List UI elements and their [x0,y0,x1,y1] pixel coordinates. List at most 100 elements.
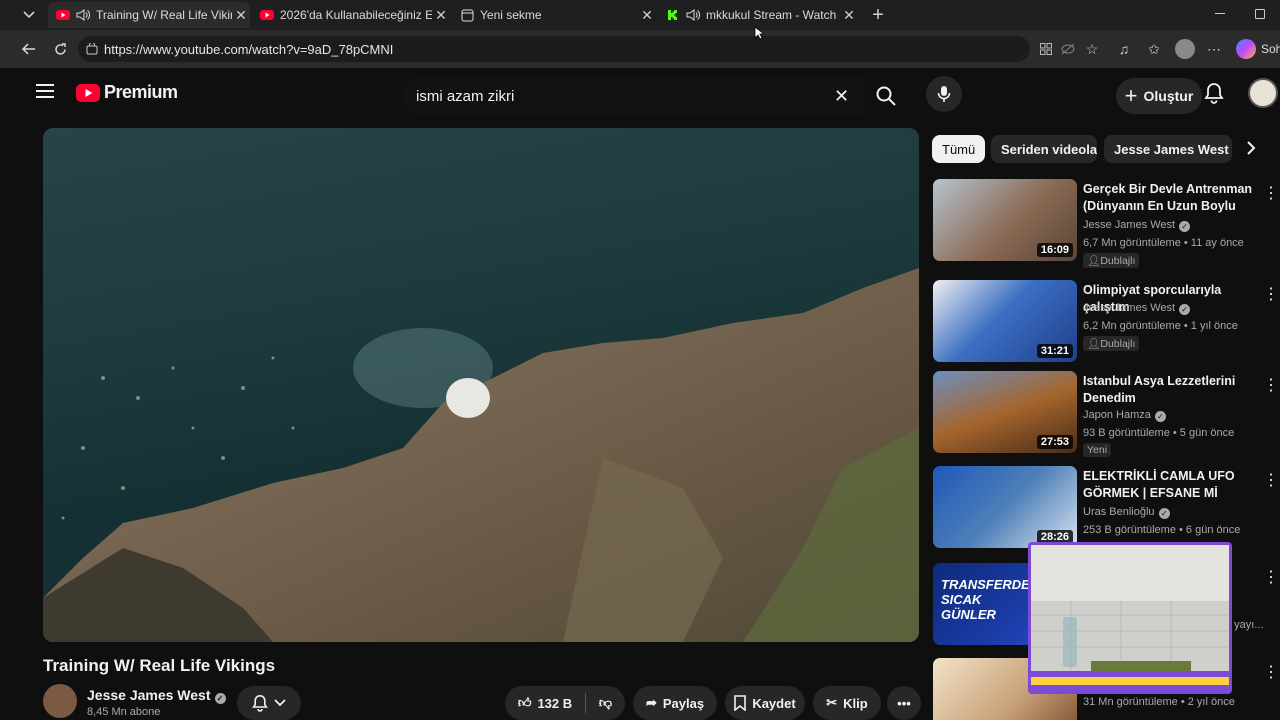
share-button[interactable]: ➦ Paylaş [633,686,717,720]
verified-check-icon: ✓ [1158,508,1170,519]
favorites-icon[interactable]: ✩ [1146,41,1162,57]
account-avatar[interactable] [1248,78,1278,108]
profile-avatar-icon[interactable] [1175,39,1195,59]
browser-address-bar: https://www.youtube.com/watch?v=9aD_78pC… [0,30,1280,68]
list-item[interactable]: 31:21 Olimpiyat sporcularıyla çalıştım J… [933,280,1279,372]
url-field[interactable]: https://www.youtube.com/watch?v=9aD_78pC… [78,36,1030,62]
voice-search-button[interactable] [926,76,962,112]
more-options-icon[interactable]: ⋮ [1263,284,1279,304]
verified-check-icon: ✓ [214,693,226,704]
search-button[interactable] [864,76,908,116]
clip-button[interactable]: ✂ Klip [813,686,881,720]
extension-icon[interactable]: ♫ [1116,41,1132,57]
more-options-icon[interactable]: ⋮ [1263,183,1279,203]
copilot-label[interactable]: Soh [1261,42,1280,56]
recommendation-filter-chips: Tümü Seriden videolar Jesse James West a… [932,135,1272,165]
recommendation-meta: 6,2 Mn görüntüleme • 1 yıl önce [1083,320,1238,332]
dubbed-badge: 👤︎Dublajlı [1083,253,1140,268]
copilot-icon[interactable] [1236,39,1256,59]
youtube-header: Premium ismi azam zikri ✕ + Oluştur [14,68,1280,124]
recommendation-channel-row[interactable]: Japon Hamza ✓ [1083,409,1166,422]
tab-kick-stream[interactable]: mkkukul Stream - Watch Live ✕ [658,2,858,28]
tab-list-chevron-icon[interactable] [20,7,38,23]
recommendation-title[interactable]: Istanbul Asya Lezzetlerini Denedim [1083,373,1259,407]
video-thumbnail[interactable]: 16:09 [933,179,1077,261]
list-item[interactable]: 27:53 Istanbul Asya Lezzetlerini Denedim… [933,371,1279,463]
clear-search-icon[interactable]: ✕ [834,86,849,107]
tab-2026-recommendations[interactable]: 2026'da Kullanabileceğiniz En İyi Ü ✕ [252,2,450,28]
new-tab-plus-icon[interactable]: + [868,4,888,26]
create-label: Oluştur [1143,88,1194,104]
subscriber-count: 8,45 Mn abone [87,706,161,718]
chip-series-videos[interactable]: Seriden videolar [991,135,1097,163]
more-options-icon[interactable]: ⋮ [1263,470,1279,490]
search-icon [876,86,896,106]
video-action-row: Jesse James West ✓ 8,45 Mn abone 👍︎ 132 B… [43,684,923,720]
tab-close-icon[interactable]: ✕ [232,7,250,24]
list-item[interactable]: 16:09 Gerçek Bir Devle Antrenman (Dünyan… [933,179,1279,271]
back-arrow-icon[interactable] [20,41,38,57]
chevron-right-icon[interactable] [1246,141,1256,160]
video-player[interactable] [43,128,919,642]
chip-channel[interactable]: Jesse James West ar [1104,135,1232,163]
site-info-icon[interactable] [86,42,98,58]
video-thumbnail[interactable]: 28:26 [933,466,1077,548]
youtube-premium-logo[interactable]: Premium [76,82,178,103]
tab-close-icon[interactable]: ✕ [840,7,858,24]
tracking-prevention-icon[interactable] [1060,41,1076,57]
webcam-overlay [1028,542,1232,694]
duration-badge: 31:21 [1036,344,1073,358]
recommendation-channel: Japon Hamza [1083,409,1151,421]
save-label: Kaydet [752,695,796,711]
search-input[interactable]: ismi azam zikri ✕ [402,76,864,116]
save-button[interactable]: Kaydet [725,686,805,720]
recommendation-title[interactable]: Gerçek Bir Devle Antrenman (Dünyanın En … [1083,181,1259,215]
minimize-window-icon[interactable] [1212,6,1228,22]
recommendation-channel-row[interactable]: Jesse James West ✓ [1083,302,1191,315]
plus-icon: + [1124,83,1138,108]
channel-name-row[interactable]: Jesse James West ✓ [87,687,226,704]
maximize-window-icon[interactable] [1252,6,1268,22]
speaker-icon[interactable] [76,8,90,22]
tab-close-icon[interactable]: ✕ [638,7,656,24]
search-value: ismi azam zikri [416,87,515,105]
recommendation-meta: 93 B görüntüleme • 5 gün önce [1083,427,1235,439]
more-options-icon[interactable]: ⋮ [1263,567,1279,587]
app-grid-icon[interactable] [1038,41,1054,57]
speaker-icon[interactable] [686,8,700,22]
dislike-button[interactable]: 👎︎ [586,686,625,720]
favorite-star-icon[interactable]: ☆ [1084,41,1100,57]
more-menu-icon[interactable]: ⋯ [1206,41,1222,57]
share-arrow-icon: ➦ [645,695,657,710]
clip-label: Klip [843,695,868,711]
tab-training-vikings[interactable]: Training W/ Real Life Vikings ✕ [48,2,250,28]
more-actions-button[interactable]: ••• [887,686,921,720]
subscribed-notifications-button[interactable] [237,686,301,720]
more-options-icon[interactable]: ⋮ [1263,375,1279,395]
channel-avatar[interactable] [43,684,77,718]
channel-name: Jesse James West [87,687,211,703]
more-options-icon[interactable]: ⋮ [1263,662,1278,682]
webcam-image [1031,545,1229,691]
chip-all[interactable]: Tümü [932,135,985,163]
url-text: https://www.youtube.com/watch?v=9aD_78pC… [104,41,394,57]
like-button[interactable]: 👍︎ 132 B [505,686,585,720]
badge-label: Dublajlı [1100,255,1136,267]
video-thumbnail[interactable]: 27:53 [933,371,1077,453]
notifications-bell-icon[interactable] [1204,82,1224,109]
tab-label: Training W/ Real Life Vikings [96,8,232,22]
new-badge: Yeni [1083,443,1112,457]
like-count: 132 B [537,695,573,711]
tab-new-tab[interactable]: Yeni sekme ✕ [452,2,656,28]
youtube-favicon-icon [56,8,70,22]
microphone-icon [937,86,951,102]
reload-icon[interactable] [52,41,68,57]
recommendation-title[interactable]: ELEKTRİKLİ CAMLA UFO GÖRMEK | EFSANE Mİ … [1083,468,1259,502]
tab-close-icon[interactable]: ✕ [432,7,450,24]
create-button[interactable]: + Oluştur [1116,78,1202,114]
recommendation-channel-row[interactable]: Uras Benlioğlu ✓ [1083,506,1170,519]
recommendation-channel-row[interactable]: Jesse James West ✓ [1083,219,1191,232]
video-thumbnail[interactable]: 31:21 [933,280,1077,362]
hamburger-menu-icon[interactable] [36,84,54,103]
youtube-favicon-icon [260,8,274,22]
